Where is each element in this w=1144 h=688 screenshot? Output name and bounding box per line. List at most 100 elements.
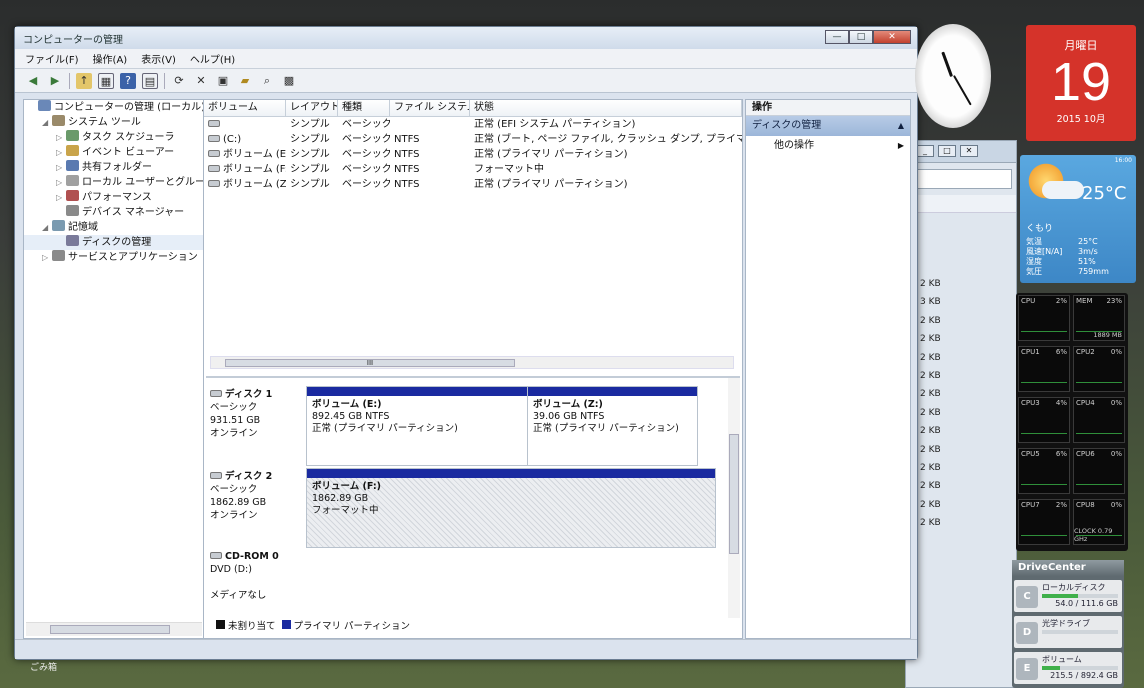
expand-arrow-icon[interactable]: ▷ bbox=[56, 160, 66, 175]
maximize-icon[interactable]: □ bbox=[938, 145, 956, 157]
up-folder-icon[interactable]: ↑ bbox=[76, 72, 92, 89]
partition-e[interactable]: ボリューム (E:) 892.45 GB NTFS 正常 (プライマリ パーティショ… bbox=[307, 387, 528, 465]
expand-arrow-icon[interactable]: ◢ bbox=[42, 115, 52, 130]
refresh-icon[interactable]: ⟳ bbox=[171, 73, 187, 89]
menu-action[interactable]: 操作(A) bbox=[93, 51, 128, 66]
volume-row[interactable]: シンプル ベーシック 正常 (EFI システム パーティション) bbox=[204, 117, 742, 132]
computer-management-window[interactable]: コンピューターの管理 — □ ✕ ファイル(F) 操作(A) 表示(V) ヘルプ… bbox=[14, 26, 918, 660]
clock-gadget[interactable] bbox=[915, 24, 991, 128]
cdrom-info[interactable]: CD-ROM 0 DVD (D:) メディアなし bbox=[210, 550, 306, 602]
tree-node[interactable]: ◢ 記憶域 bbox=[24, 220, 204, 235]
tree-node-label: ディスクの管理 bbox=[82, 237, 152, 248]
tree-node[interactable]: コンピューターの管理 (ローカル) bbox=[24, 100, 205, 115]
open-icon[interactable]: ▰ bbox=[237, 73, 253, 89]
expand-arrow-icon[interactable]: ▷ bbox=[56, 175, 66, 190]
tree-node[interactable]: ▷ ローカル ユーザーとグループ bbox=[24, 175, 214, 190]
expand-arrow-icon[interactable]: ▷ bbox=[56, 145, 66, 160]
close-button[interactable]: ✕ bbox=[873, 30, 911, 44]
volume-cell: シンプル bbox=[286, 177, 338, 192]
cpu-graph-cell: CPU5 6% bbox=[1018, 448, 1070, 494]
delete-icon[interactable]: ✕ bbox=[193, 73, 209, 89]
volume-row[interactable]: (C:) シンプル ベーシック NTFS 正常 (ブート, ページ ファイル, クラッシ… bbox=[204, 132, 742, 147]
volume-cell: ベーシック bbox=[338, 162, 390, 177]
drive-center-item[interactable]: C ローカルディスク 54.0 / 111.6 GB bbox=[1014, 580, 1122, 612]
console-tree-icon[interactable]: ▦ bbox=[98, 72, 114, 89]
expand-arrow-icon[interactable]: ▷ bbox=[42, 250, 52, 265]
cell-text: シンプル bbox=[290, 179, 330, 190]
actions-section-disk-management[interactable]: ディスクの管理 ▲ bbox=[746, 116, 910, 136]
weather-value: 3m/s bbox=[1078, 247, 1098, 256]
volume-list-horizontal-scrollbar[interactable]: III bbox=[210, 356, 734, 369]
expand-arrow-icon[interactable]: ▷ bbox=[56, 130, 66, 145]
volume-cell: NTFS bbox=[390, 132, 470, 147]
background-window-titlebar[interactable]: _ □ ✕ bbox=[906, 141, 1016, 163]
column-layout[interactable]: レイアウト bbox=[286, 100, 338, 116]
drive-center-item[interactable]: E ボリューム 215.5 / 892.4 GB bbox=[1014, 652, 1122, 684]
search-icon[interactable]: ⌕ bbox=[259, 73, 275, 89]
title-bar[interactable]: コンピューターの管理 — □ ✕ bbox=[15, 27, 917, 49]
options-icon[interactable]: ▩ bbox=[281, 73, 297, 89]
volume-cell: 正常 (プライマリ パーティション) bbox=[470, 147, 742, 162]
column-filesystem[interactable]: ファイル システム bbox=[390, 100, 470, 116]
address-bar[interactable] bbox=[910, 169, 1012, 189]
menu-view[interactable]: 表示(V) bbox=[141, 51, 176, 66]
drive-name: ローカルディスク bbox=[1042, 583, 1106, 592]
expand-arrow-icon[interactable]: ◢ bbox=[42, 220, 52, 235]
cpu-value: 4% bbox=[1055, 399, 1067, 407]
cpu-meter-gadget[interactable]: CPU 2% MEM 23% 1889 MB CPU1 6% CPU2 0% CPU3 4% CPU4… bbox=[1016, 293, 1128, 551]
close-icon[interactable]: ✕ bbox=[960, 145, 978, 157]
cell-text: 正常 (ブート, ページ ファイル, クラッシュ ダンプ, プライマリ パーティ bbox=[474, 134, 742, 145]
background-window[interactable]: _ □ ✕ 2 KB 3 KB 2 KB 2 KB 2 KB 2 KB 2 KB 2 KB 2 KB… bbox=[905, 140, 1017, 688]
expand-arrow-icon[interactable]: ▷ bbox=[56, 190, 66, 205]
tree-node[interactable]: ▷ 共有フォルダー bbox=[24, 160, 204, 175]
recycle-bin-label[interactable]: ごみ箱 bbox=[30, 660, 57, 673]
cpu-graph-cell: CPU6 0% bbox=[1073, 448, 1125, 494]
tree-node-icon bbox=[52, 115, 65, 126]
cpu-value: 2% bbox=[1055, 501, 1067, 509]
volume-row[interactable]: ボリューム (Z:) シンプル ベーシック NTFS 正常 (プライマリ パーティション… bbox=[204, 177, 742, 192]
column-type[interactable]: 種類 bbox=[338, 100, 390, 116]
volume-row[interactable]: ボリューム (F:) シンプル ベーシック NTFS フォーマット中 bbox=[204, 162, 742, 177]
back-icon[interactable]: ◀ bbox=[25, 73, 41, 89]
disk-view-vertical-scrollbar[interactable] bbox=[728, 378, 740, 618]
menu-help[interactable]: ヘルプ(H) bbox=[190, 51, 235, 66]
partition-name: ボリューム (E:) bbox=[312, 399, 382, 410]
tree-node-label: タスク スケジューラ bbox=[82, 132, 175, 143]
minimize-icon[interactable]: _ bbox=[916, 145, 934, 157]
column-status[interactable]: 状態 bbox=[470, 100, 742, 116]
action-more-actions[interactable]: 他の操作 ▶ bbox=[746, 136, 910, 156]
partition-z[interactable]: ボリューム (Z:) 39.06 GB NTFS 正常 (プライマリ パーティション… bbox=[528, 387, 697, 465]
tree-node[interactable]: ◢ システム ツール bbox=[24, 115, 204, 130]
weather-gadget[interactable]: 16:00 25°C くもり 気温 25°C 風速[N/A] 3m/s 湿度 51% … bbox=[1020, 155, 1136, 283]
legend: 未割り当て プライマリ パーティション bbox=[216, 618, 410, 632]
console-tree: コンピューターの管理 (ローカル) ◢ システム ツール ▷ タスク スケジューラ ▷ イベ… bbox=[23, 99, 214, 639]
tree-node[interactable]: ディスクの管理 bbox=[24, 235, 204, 250]
drive-center-gadget[interactable]: DriveCenter C ローカルディスク 54.0 / 111.6 GB D 光学ド… bbox=[1012, 560, 1124, 688]
calendar-gadget[interactable]: 月曜日 19 2015 10月 bbox=[1026, 25, 1136, 141]
tree-node[interactable]: ▷ イベント ビューアー bbox=[24, 145, 204, 160]
forward-icon[interactable]: ▶ bbox=[47, 73, 63, 89]
partition-f[interactable]: ボリューム (F:) 1862.89 GB フォーマット中 bbox=[307, 469, 715, 547]
tree-node[interactable]: デバイス マネージャー bbox=[24, 205, 204, 220]
disk-2-info[interactable]: ディスク 2 ベーシック 1862.89 GB オンライン bbox=[210, 470, 306, 522]
tree-node[interactable]: ▷ タスク スケジューラ bbox=[24, 130, 204, 145]
maximize-button[interactable]: □ bbox=[849, 30, 873, 44]
tree-horizontal-scrollbar[interactable] bbox=[26, 622, 202, 636]
minimize-button[interactable]: — bbox=[825, 30, 849, 44]
collapse-icon[interactable]: ▲ bbox=[898, 116, 904, 136]
properties-icon[interactable]: ▤ bbox=[142, 72, 158, 89]
volume-row[interactable]: ボリューム (E:) シンプル ベーシック NTFS 正常 (プライマリ パーティション… bbox=[204, 147, 742, 162]
cpu-graph-cell: CPU1 6% bbox=[1018, 346, 1070, 392]
help-icon[interactable]: ? bbox=[120, 72, 136, 89]
scroll-thumb[interactable]: III bbox=[225, 359, 515, 367]
drive-center-item[interactable]: D 光学ドライブ bbox=[1014, 616, 1122, 648]
properties2-icon[interactable]: ▣ bbox=[215, 73, 231, 89]
volume-cell: 正常 (EFI システム パーティション) bbox=[470, 117, 742, 132]
drive-size: 54.0 / 111.6 GB bbox=[1055, 599, 1118, 608]
column-volume[interactable]: ボリューム bbox=[204, 100, 286, 116]
tree-node[interactable]: ▷ パフォーマンス bbox=[24, 190, 204, 205]
tree-node[interactable]: ▷ サービスとアプリケーション bbox=[24, 250, 204, 265]
partition-name: ボリューム (Z:) bbox=[533, 399, 603, 410]
menu-file[interactable]: ファイル(F) bbox=[25, 51, 79, 66]
disk-1-info[interactable]: ディスク 1 ベーシック 931.51 GB オンライン bbox=[210, 388, 306, 440]
